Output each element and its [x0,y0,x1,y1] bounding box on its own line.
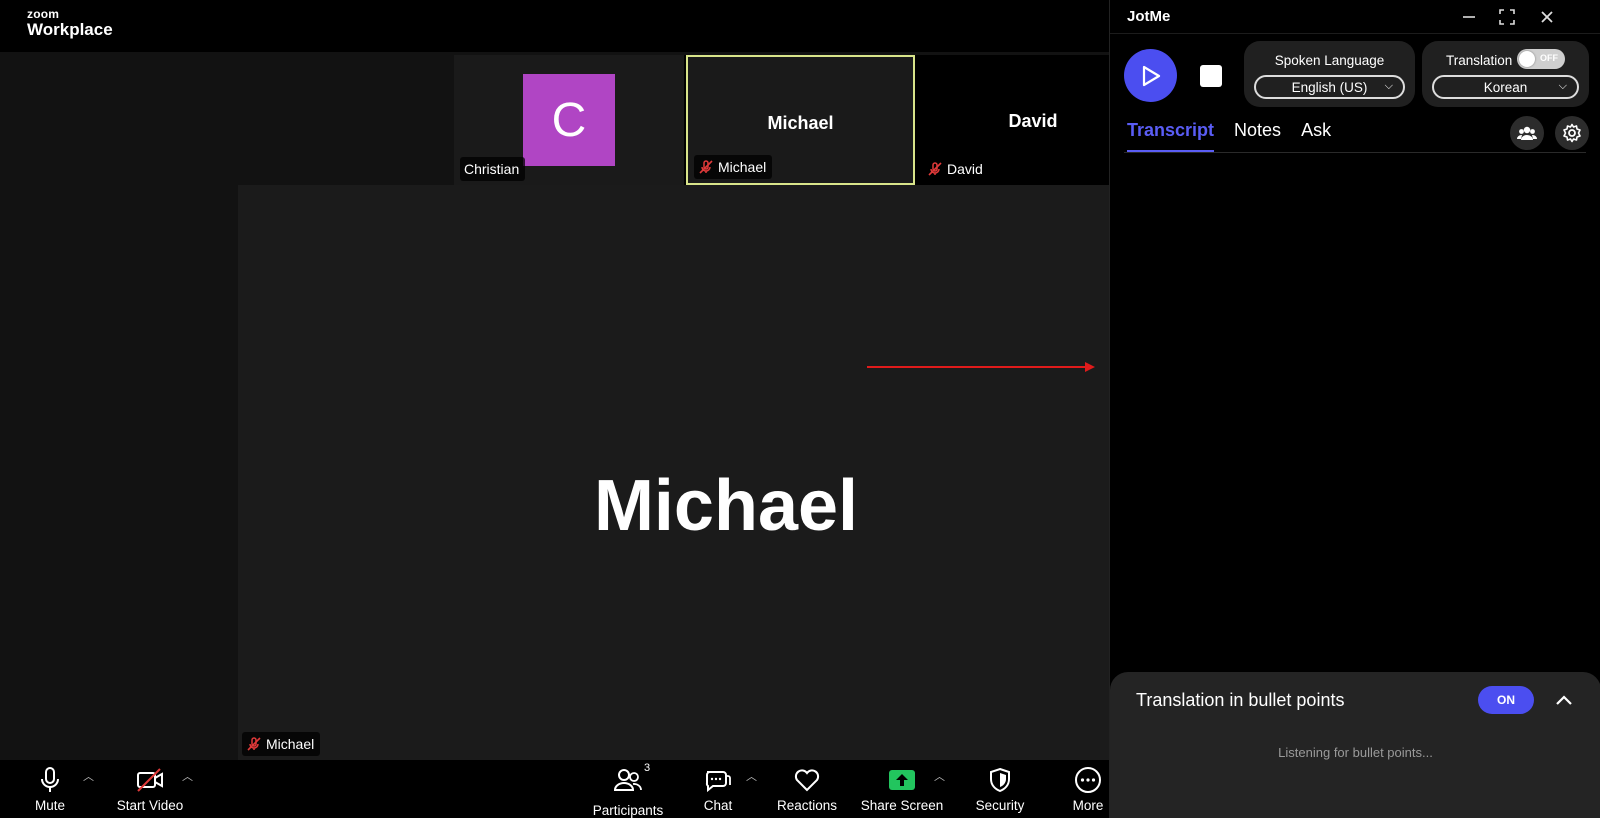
spoken-language-select[interactable]: English (US) ⌵ [1254,75,1405,99]
participants-icon [613,769,642,791]
share-screen-icon [889,770,915,790]
mute-options-chevron-icon[interactable]: ︿ [83,768,94,784]
avatar: C [523,74,615,166]
tile-center-name: David [1008,111,1058,131]
active-speaker-view[interactable]: Michael Michael [238,185,1109,760]
zoom-top-bar: zoom Workplace [0,0,1109,52]
share-screen-button[interactable]: Share Screen [860,760,944,818]
speakers-button[interactable] [1510,116,1544,150]
participant-name: Michael [718,159,767,175]
chat-icon [705,771,731,793]
name-tag: Michael [694,155,773,179]
participant-name: Michael [266,736,315,752]
start-video-button[interactable]: Start Video [112,760,188,818]
spoken-language-label: Spoken Language [1274,53,1385,68]
title-divider [1110,33,1600,34]
app-title: JotMe [1127,8,1171,25]
logo-workplace-text: Workplace [27,20,113,39]
name-tag: Christian [460,157,526,181]
spoken-language-value: English (US) [1291,79,1368,95]
bullet-points-panel: Translation in bullet points ON Listenin… [1110,672,1600,818]
tab-notes[interactable]: Notes [1234,120,1281,152]
more-button[interactable]: More [1068,760,1108,818]
more-icon [1075,767,1101,793]
logo-zoom-text: zoom [27,7,60,21]
video-tile-david[interactable]: David David [917,55,1109,185]
translation-toggle[interactable]: OFF [1517,49,1565,69]
settings-button[interactable] [1555,116,1589,150]
tabs-divider [1124,152,1586,153]
bullet-points-title: Translation in bullet points [1136,690,1345,710]
play-button[interactable] [1124,49,1177,102]
toggle-state: OFF [1540,53,1558,63]
panel-tabs: Transcript Notes Ask [1127,120,1331,152]
participants-label: Participants [592,803,664,818]
gear-icon [1563,123,1581,143]
tab-transcript[interactable]: Transcript [1127,120,1215,152]
name-tag: David [923,157,989,181]
share-options-chevron-icon[interactable]: ︿ [934,768,945,784]
bullet-points-toggle[interactable]: ON [1478,686,1534,714]
chevron-down-icon: ⌵ [1384,80,1393,92]
chat-button[interactable]: Chat [700,760,736,818]
name-tag: Michael [242,732,321,756]
play-icon [1142,65,1160,86]
listening-status: Listening for bullet points... [1278,745,1433,760]
microphone-icon [41,767,59,792]
tile-center-name: Michael [767,113,834,133]
spoken-language-card: Spoken Language English (US) ⌵ [1244,41,1415,107]
video-options-chevron-icon[interactable]: ︿ [182,768,193,784]
collapse-button[interactable] [1550,686,1578,714]
security-label: Security [975,798,1025,813]
toggle-knob [1519,51,1535,67]
chevron-down-icon: ⌵ [1558,80,1567,92]
participant-name: Christian [464,161,520,177]
translation-language-select[interactable]: Korean ⌵ [1432,75,1579,99]
close-button[interactable] [1535,6,1559,28]
participants-button[interactable]: 3 Participants [590,760,666,818]
zoom-logo: zoom Workplace [27,8,113,38]
zoom-window: zoom Workplace C Christian Michael Micha… [0,0,1109,818]
participant-strip: C Christian Michael Michael David David [454,55,1109,185]
minimize-button[interactable] [1457,6,1481,28]
mic-muted-icon [928,162,942,176]
start-video-label: Start Video [116,798,184,813]
participant-name: David [947,161,983,177]
avatar-letter: C [551,93,587,147]
participants-count: 3 [644,762,651,774]
group-icon [1517,126,1537,140]
video-tile-michael[interactable]: Michael Michael [686,55,915,185]
active-speaker-name: Michael [593,466,859,546]
video-tile-christian[interactable]: C Christian [454,55,684,185]
more-label: More [1072,798,1104,813]
stop-button[interactable] [1200,65,1222,87]
minimize-icon [1463,16,1475,18]
arrow-annotation-icon [867,362,1095,372]
translation-language-value: Korean [1483,79,1528,95]
maximize-button[interactable] [1495,6,1519,28]
close-icon [1541,11,1553,23]
mute-label: Mute [34,798,65,813]
reactions-button[interactable]: Reactions [774,760,840,818]
chat-label: Chat [703,798,733,813]
meeting-toolbar: Mute ︿ Start Video ︿ 3 Participants Chat… [0,760,1109,818]
translation-card: Translation OFF Korean ⌵ [1422,41,1589,107]
chevron-up-icon [1556,695,1572,705]
security-button[interactable]: Security [972,760,1028,818]
mic-muted-icon [699,160,713,174]
jotme-panel: JotMe Spoken Language English (US) ⌵ Tra… [1109,0,1600,818]
mute-button[interactable]: Mute [26,760,74,818]
heart-icon [794,769,820,792]
share-screen-label: Share Screen [860,798,944,813]
video-off-icon [137,768,163,792]
reactions-label: Reactions [776,798,838,813]
tab-ask[interactable]: Ask [1301,120,1331,152]
chat-options-chevron-icon[interactable]: ︿ [746,768,757,784]
mic-muted-icon [247,737,261,751]
shield-icon [990,767,1010,793]
fullscreen-icon [1499,9,1515,25]
